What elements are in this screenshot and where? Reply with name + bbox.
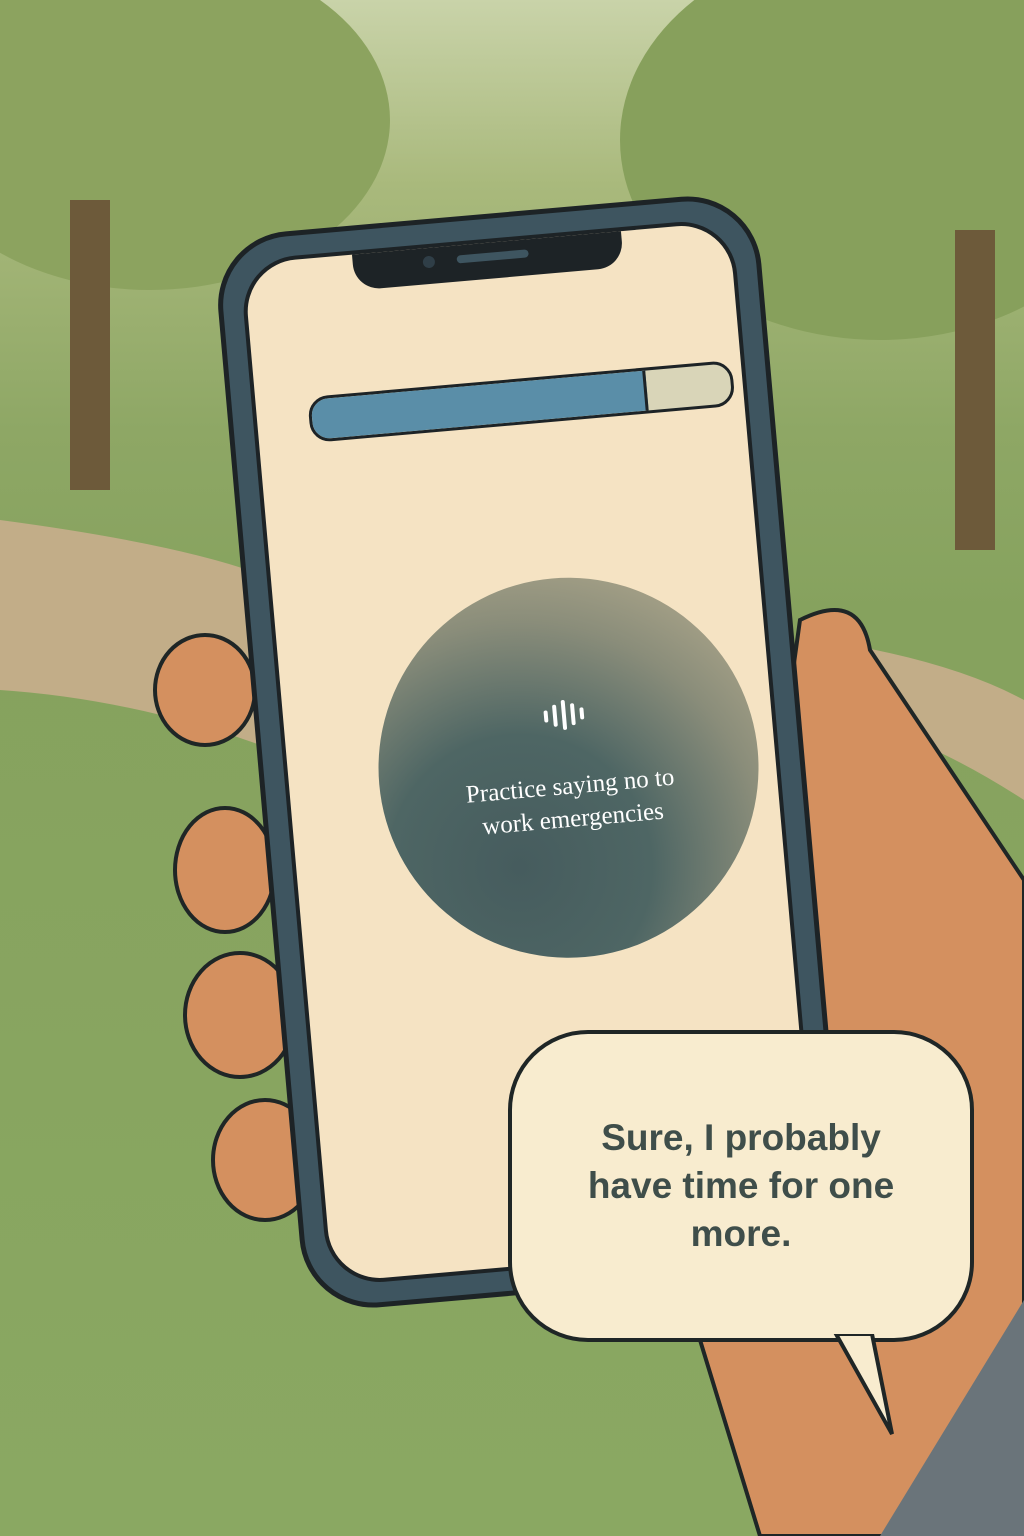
tree-trunk	[70, 200, 110, 490]
finger	[153, 633, 257, 747]
progress-fill	[310, 370, 649, 440]
tree-trunk	[955, 230, 995, 550]
camera-icon	[421, 255, 435, 269]
prompt-text: Practice saying no to work emergencies	[464, 763, 676, 841]
prompt-orb[interactable]: Practice saying no to work emergencies	[362, 561, 775, 974]
finger	[173, 806, 277, 934]
speech-bubble-tail	[833, 1334, 894, 1435]
progress-bar	[307, 359, 736, 443]
notch	[351, 227, 624, 291]
speech-bubble-text: Sure, I probably have time for one more.	[587, 1117, 895, 1254]
speaker-icon	[455, 249, 529, 264]
speech-bubble: Sure, I probably have time for one more.	[508, 1030, 974, 1435]
audio-waveform-icon	[543, 698, 585, 731]
